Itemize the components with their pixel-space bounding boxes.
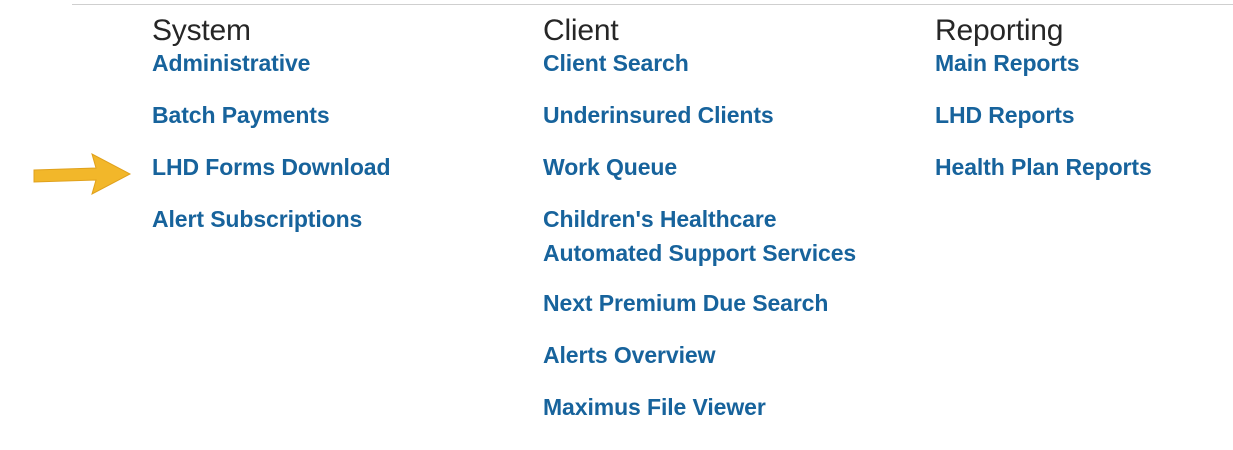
underinsured-clients-link[interactable]: Underinsured Clients	[543, 100, 923, 130]
top-divider	[72, 4, 1233, 5]
menu-item-work-queue: Work Queue	[543, 152, 923, 182]
system-heading: System	[152, 14, 251, 47]
system-menu-column: System Administrative Batch Payments LHD…	[152, 14, 522, 234]
client-heading: Client	[543, 14, 619, 47]
client-search-link[interactable]: Client Search	[543, 48, 923, 78]
system-menu-list: Administrative Batch Payments LHD Forms …	[152, 48, 522, 234]
menu-item-client-search: Client Search	[543, 48, 923, 78]
menu-item-health-plan-reports: Health Plan Reports	[935, 152, 1233, 182]
reporting-heading: Reporting	[935, 14, 1064, 47]
menu-item-maximus-file-viewer: Maximus File Viewer	[543, 392, 923, 422]
lhd-reports-link[interactable]: LHD Reports	[935, 100, 1233, 130]
menu-item-main-reports: Main Reports	[935, 48, 1233, 78]
menu-item-next-premium-due-search: Next Premium Due Search	[543, 288, 923, 318]
maximus-file-viewer-link[interactable]: Maximus File Viewer	[543, 392, 923, 422]
batch-payments-link[interactable]: Batch Payments	[152, 100, 522, 130]
health-plan-reports-link[interactable]: Health Plan Reports	[935, 152, 1233, 182]
childrens-healthcare-automated-support-services-link[interactable]: Children's Healthcare Automated Support …	[543, 202, 923, 270]
menu-item-batch-payments: Batch Payments	[152, 100, 522, 130]
client-menu-column: Client Client Search Underinsured Client…	[543, 14, 923, 422]
administrative-link[interactable]: Administrative	[152, 48, 522, 78]
next-premium-due-search-link[interactable]: Next Premium Due Search	[543, 288, 923, 318]
menu-item-lhd-forms-download: LHD Forms Download	[152, 152, 522, 182]
client-menu-list: Client Search Underinsured Clients Work …	[543, 48, 923, 422]
reporting-menu-list: Main Reports LHD Reports Health Plan Rep…	[935, 48, 1233, 182]
work-queue-link[interactable]: Work Queue	[543, 152, 923, 182]
main-reports-link[interactable]: Main Reports	[935, 48, 1233, 78]
alert-subscriptions-link[interactable]: Alert Subscriptions	[152, 204, 522, 234]
lhd-forms-download-link[interactable]: LHD Forms Download	[152, 152, 522, 182]
arrow-right-icon	[33, 153, 132, 195]
menu-item-childrens-healthcare: Children's Healthcare Automated Support …	[543, 202, 923, 270]
menu-item-administrative: Administrative	[152, 48, 522, 78]
reporting-menu-column: Reporting Main Reports LHD Reports Healt…	[935, 14, 1233, 182]
alerts-overview-link[interactable]: Alerts Overview	[543, 340, 923, 370]
menu-item-alerts-overview: Alerts Overview	[543, 340, 923, 370]
menu-item-lhd-reports: LHD Reports	[935, 100, 1233, 130]
menu-item-underinsured-clients: Underinsured Clients	[543, 100, 923, 130]
menu-item-alert-subscriptions: Alert Subscriptions	[152, 204, 522, 234]
